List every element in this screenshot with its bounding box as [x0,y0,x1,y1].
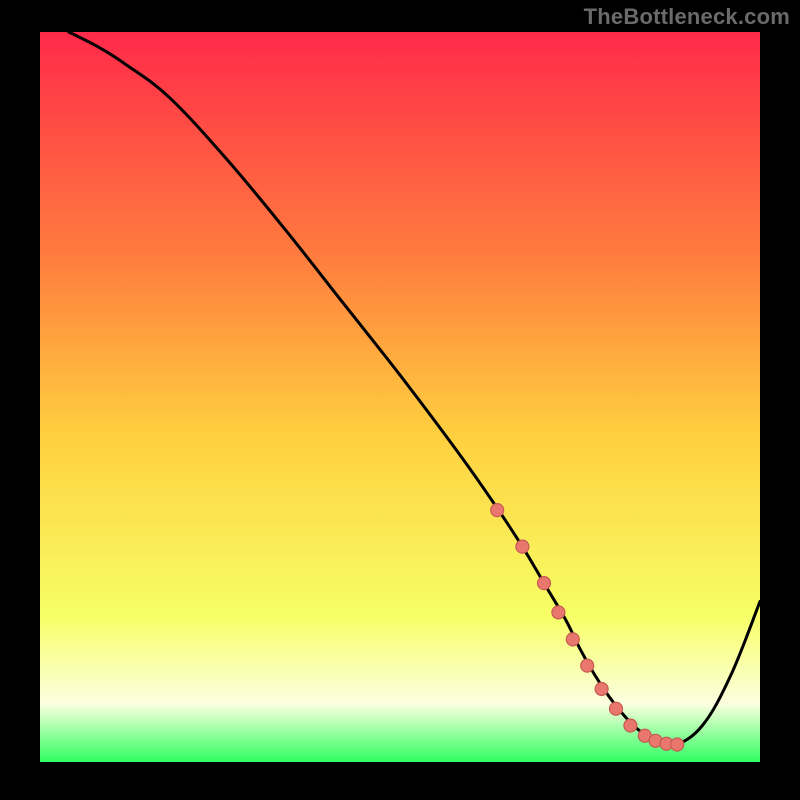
curve-marker [516,540,529,553]
chart-frame: TheBottleneck.com [0,0,800,800]
curve-marker [610,702,623,715]
curve-marker [538,577,551,590]
curve-marker [671,738,684,751]
curve-marker [552,606,565,619]
chart-svg [40,32,760,762]
curve-marker [566,633,579,646]
curve-marker [624,719,637,732]
watermark-label: TheBottleneck.com [584,4,790,30]
plot-area [40,32,760,762]
curve-marker [491,504,504,517]
curve-marker [581,659,594,672]
curve-marker [595,683,608,696]
gradient-background [40,32,760,762]
